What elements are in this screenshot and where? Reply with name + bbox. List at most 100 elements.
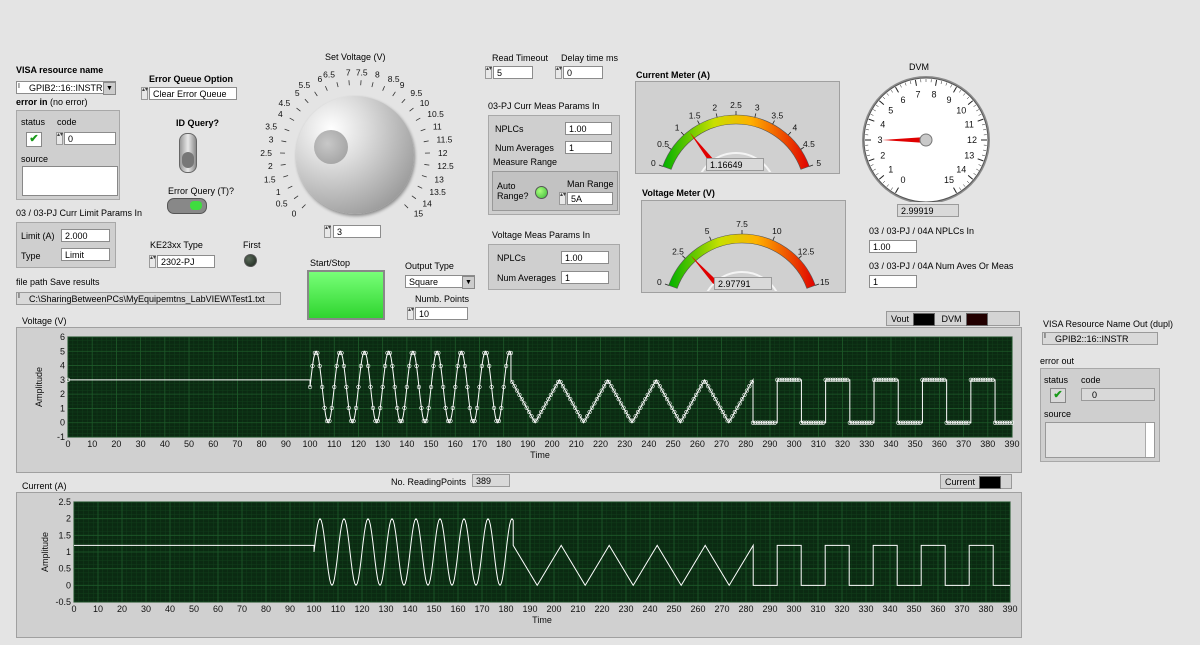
meter-tick-label: 1 <box>675 123 680 133</box>
first-label: First <box>243 240 261 250</box>
x-tick-label: 160 <box>448 439 463 449</box>
spinner-icon[interactable]: ▴▾ <box>141 87 148 100</box>
meter-tick-label: 3.5 <box>771 110 783 120</box>
spinner-icon[interactable]: ▴▾ <box>149 255 156 268</box>
file-path-value: C:\SharingBetweenPCs\MyEquipemtns_LabVIE… <box>29 294 265 304</box>
volt-meas-cluster: NPLCs 1.00 Num Averages 1 <box>488 244 620 290</box>
set-voltage-knob[interactable] <box>296 96 414 214</box>
x-tick-label: 120 <box>354 604 369 614</box>
auto-range-led[interactable] <box>535 186 548 199</box>
x-tick-label: 40 <box>165 604 175 614</box>
x-tick-label: 370 <box>954 604 969 614</box>
file-path-field[interactable]: C:\SharingBetweenPCs\MyEquipemtns_LabVIE… <box>16 292 281 305</box>
nplc-in-label: 03 / 03-PJ / 04A NPLCs In <box>869 226 975 236</box>
x-tick-label: 330 <box>859 439 874 449</box>
spinner-icon[interactable]: ▴▾ <box>56 132 63 145</box>
set-voltage-field[interactable]: 3 <box>333 225 381 238</box>
error-out-code-label: code <box>1081 375 1101 385</box>
delay-time-field[interactable]: 0 <box>563 66 603 79</box>
error-in-code-field[interactable]: 0 <box>64 132 116 145</box>
x-tick-label: 150 <box>426 604 441 614</box>
knob-tick <box>296 107 301 112</box>
y-tick-label: 0.5 <box>58 564 71 574</box>
id-query-toggle[interactable] <box>179 133 197 173</box>
knob-tick <box>293 195 299 200</box>
volt-nplc-field[interactable]: 1.00 <box>561 251 609 264</box>
dvm-tick-label: 11 <box>965 119 974 129</box>
error-in-source-field[interactable] <box>22 166 118 196</box>
nplc-in-field[interactable]: 1.00 <box>869 240 917 253</box>
numb-points-field[interactable]: 10 <box>415 307 468 320</box>
volt-avg-label: Num Averages <box>497 273 556 283</box>
x-tick-label: 390 <box>1004 439 1019 449</box>
start-stop-button[interactable] <box>307 270 385 320</box>
x-tick-label: 330 <box>858 604 873 614</box>
curr-nplc-field[interactable]: 1.00 <box>565 122 612 135</box>
x-tick-label: 20 <box>111 439 121 449</box>
spinner-icon[interactable]: ▴▾ <box>324 225 331 238</box>
curr-avg-label: Num Averages <box>495 143 554 153</box>
x-tick-label: 290 <box>762 439 777 449</box>
x-tick-label: 380 <box>980 439 995 449</box>
x-tick-label: 260 <box>690 604 705 614</box>
voltage-chart: 0 10 20 30 40 50 60 70 80 90 100 110 120 130 140 150 160… <box>34 332 1020 460</box>
knob-tick <box>415 117 421 121</box>
meter-tick <box>772 120 775 125</box>
x-tick-label: 30 <box>136 439 146 449</box>
error-in-status-checkbox[interactable]: ✔ <box>26 132 42 147</box>
chevron-down-icon[interactable]: ▼ <box>103 82 116 95</box>
x-axis-title: Time <box>532 615 552 625</box>
scrollbar[interactable] <box>1145 423 1154 457</box>
limit-field[interactable]: 2.000 <box>61 229 110 242</box>
dvm-tick-label: 0 <box>900 175 905 185</box>
x-tick-label: 390 <box>1002 604 1017 614</box>
knob-tick <box>382 85 386 91</box>
x-axis-title: Time <box>530 450 550 460</box>
volt-avg-field[interactable]: 1 <box>561 271 609 284</box>
knob-tick <box>411 195 417 200</box>
error-out-label: error out <box>1040 356 1075 366</box>
visa-resource-select[interactable]: GPIB2::16::INSTR <box>16 81 116 94</box>
num-aves-field[interactable]: 1 <box>869 275 917 288</box>
meter-tick <box>658 164 663 167</box>
x-tick-label: 190 <box>522 604 537 614</box>
spinner-icon[interactable]: ▴▾ <box>559 192 566 205</box>
auto-range-label: Auto Range? <box>497 181 529 201</box>
start-stop-label: Start/Stop <box>310 258 351 268</box>
chevron-down-icon[interactable]: ▼ <box>462 276 475 289</box>
knob-tick-label: 10.5 <box>427 109 444 119</box>
x-tick-label: 270 <box>714 604 729 614</box>
ke-type-selector[interactable]: 2302-PJ <box>157 255 215 268</box>
knob-tick-label: 6.5 <box>323 69 335 79</box>
read-timeout-label: Read Timeout <box>492 53 549 63</box>
x-tick-label: 180 <box>496 439 511 449</box>
legend-vout-swatch <box>913 313 936 327</box>
knob-tick <box>421 175 427 178</box>
error-queue-selector[interactable]: Clear Error Queue <box>149 87 237 100</box>
curr-avg-field[interactable]: 1 <box>565 141 612 154</box>
curr-meas-title: 03-PJ Curr Meas Params In <box>488 101 600 111</box>
meter-tick <box>709 236 712 241</box>
type-label: Type <box>21 251 41 261</box>
x-tick-label: 290 <box>762 604 777 614</box>
spinner-icon[interactable]: ▴▾ <box>485 66 492 79</box>
x-tick-label: 180 <box>498 604 513 614</box>
dvm-hub <box>919 133 933 147</box>
man-range-field[interactable]: 5A <box>567 192 613 205</box>
x-tick-label: 120 <box>351 439 366 449</box>
voltage-chart-label: Voltage (V) <box>22 316 67 326</box>
meter-tick-label: 4.5 <box>803 139 815 149</box>
type-field[interactable]: Limit <box>61 248 110 261</box>
meter-tick-label: 0.5 <box>657 139 669 149</box>
spinner-icon[interactable]: ▴▾ <box>407 307 414 320</box>
error-in-source-label: source <box>21 154 49 164</box>
knob-tick <box>304 98 309 104</box>
x-tick-label: 240 <box>642 604 657 614</box>
spinner-icon[interactable]: ▴▾ <box>555 66 562 79</box>
meter-tick <box>680 131 685 136</box>
error-query-button[interactable] <box>167 198 207 214</box>
x-tick-label: 10 <box>87 439 97 449</box>
knob-tick <box>404 204 409 209</box>
knob-tick-label: 9.5 <box>410 88 422 98</box>
read-timeout-field[interactable]: 5 <box>493 66 533 79</box>
